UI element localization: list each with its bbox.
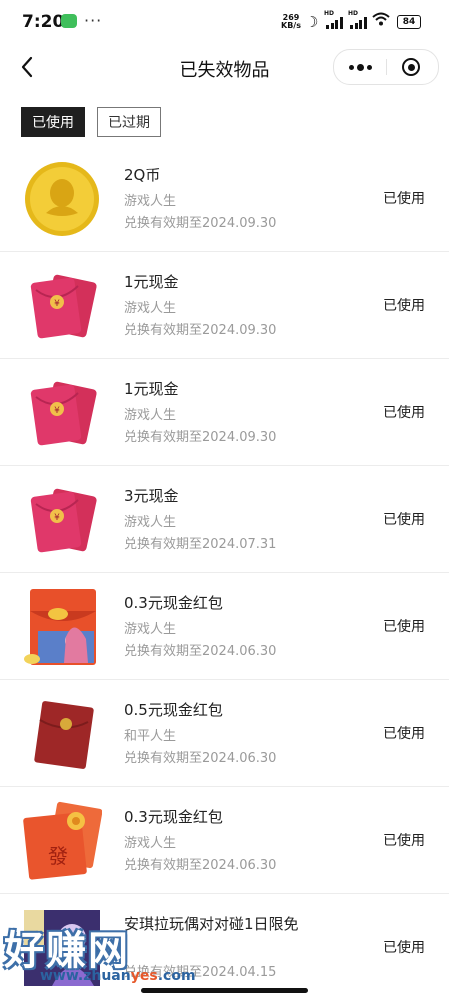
qq-coin-icon [25,162,99,236]
red-envelope-icon: ¥ [30,381,97,446]
filter-tabs: 已使用 已过期 [21,107,161,137]
item-expiry: 兑换有效期至2024.06.30 [124,644,277,659]
item-status: 已使用 [383,298,425,314]
item-expiry: 兑换有效期至2024.09.30 [124,323,277,338]
item-name: 1元现金 [124,273,179,291]
list-item[interactable]: 0.3元现金红包 游戏人生 兑换有效期至2024.06.30 已使用 [0,573,449,680]
red-envelope-icon: ¥ [30,488,97,553]
item-name: 0.3元现金红包 [124,594,223,612]
item-status: 已使用 [383,726,425,742]
close-miniprogram-button[interactable] [402,58,420,76]
dot-icon [356,63,364,71]
item-source: 游戏人生 [124,301,177,316]
item-status: 已使用 [383,512,425,528]
item-name: 0.3元现金红包 [124,808,223,826]
list-item[interactable]: 2Q币 游戏人生 兑换有效期至2024.09.30 已使用 [0,145,449,252]
item-status: 已使用 [383,405,425,421]
signal-icon [326,16,343,29]
list-item[interactable]: 0.5元现金红包 和平人生 兑换有效期至2024.06.30 已使用 [0,680,449,787]
wifi-icon [372,12,390,30]
list-item[interactable]: 發 0.3元现金红包 游戏人生 兑换有效期至2024.06.30 已使用 [0,787,449,894]
list-item[interactable]: ¥ 1元现金 游戏人生 兑换有效期至2024.09.30 已使用 [0,252,449,359]
item-expiry: 兑换有效期至2024.06.30 [124,858,277,873]
item-expiry: 兑换有效期至2024.06.30 [124,751,277,766]
item-source: 和平人生 [124,729,177,744]
watermark-url: www.zhuanyes.com [40,968,196,984]
wechat-notification-icon [61,14,77,28]
tab-expired[interactable]: 已过期 [97,107,161,137]
item-source: 游戏人生 [124,622,177,637]
dot-icon [366,64,372,70]
dark-red-envelope-icon [34,701,94,769]
svg-text:¥: ¥ [54,406,60,416]
watermark-url-b: yes [130,968,158,984]
more-notifications-icon: ··· [84,11,103,30]
signal-icon-2 [350,16,367,29]
item-name: 3元现金 [124,487,179,505]
item-source: 游戏人生 [124,515,177,530]
svg-text:發: 發 [48,844,68,868]
tab-used[interactable]: 已使用 [21,107,85,137]
home-indicator[interactable] [141,988,308,993]
list-item[interactable]: ¥ 3元现金 游戏人生 兑换有效期至2024.07.31 已使用 [0,466,449,573]
item-status: 已使用 [383,191,425,207]
fa-red-envelope-icon: 發 [23,801,102,880]
item-status: 已使用 [383,833,425,849]
capsule-divider [386,59,387,75]
item-name: 安琪拉玩偶对对碰1日限免 [124,915,299,933]
item-status: 已使用 [383,619,425,635]
status-time: 7:20 [22,12,65,32]
svg-text:¥: ¥ [54,513,60,523]
item-name: 0.5元现金红包 [124,701,223,719]
battery-icon: 84 [397,15,421,29]
list-item[interactable]: ¥ 1元现金 游戏人生 兑换有效期至2024.09.30 已使用 [0,359,449,466]
item-expiry: 兑换有效期至2024.09.30 [124,430,277,445]
item-source: 游戏人生 [124,408,177,423]
miniprogram-capsule [333,49,439,85]
item-expiry: 兑换有效期至2024.07.31 [124,537,277,552]
network-speed: 269 KB/s [281,14,301,30]
svg-text:¥: ¥ [54,299,60,309]
nav-bar: 已失效物品 [0,44,449,90]
item-name: 1元现金 [124,380,179,398]
item-expiry: 兑换有效期至2024.09.30 [124,216,277,231]
invalid-items-list: 2Q币 游戏人生 兑换有效期至2024.09.30 已使用 ¥ 1元现金 游戏人… [0,145,449,1000]
item-status: 已使用 [383,940,425,956]
item-source: 游戏人生 [124,836,177,851]
item-source: 游戏人生 [124,194,177,209]
do-not-disturb-icon: ☽ [305,13,319,31]
network-speed-unit: KB/s [281,21,301,30]
item-name: 2Q币 [124,166,161,184]
red-envelope-icon: ¥ [30,274,97,339]
watermark-url-a: www.zhuan [40,968,131,984]
status-bar: 7:20 ··· 269 KB/s ☽ HD HD 84 [0,0,449,44]
dot-icon [348,64,354,70]
more-menu-button[interactable] [334,50,386,84]
watermark-url-c: .com [157,968,196,984]
game-red-envelope-icon [24,589,96,665]
